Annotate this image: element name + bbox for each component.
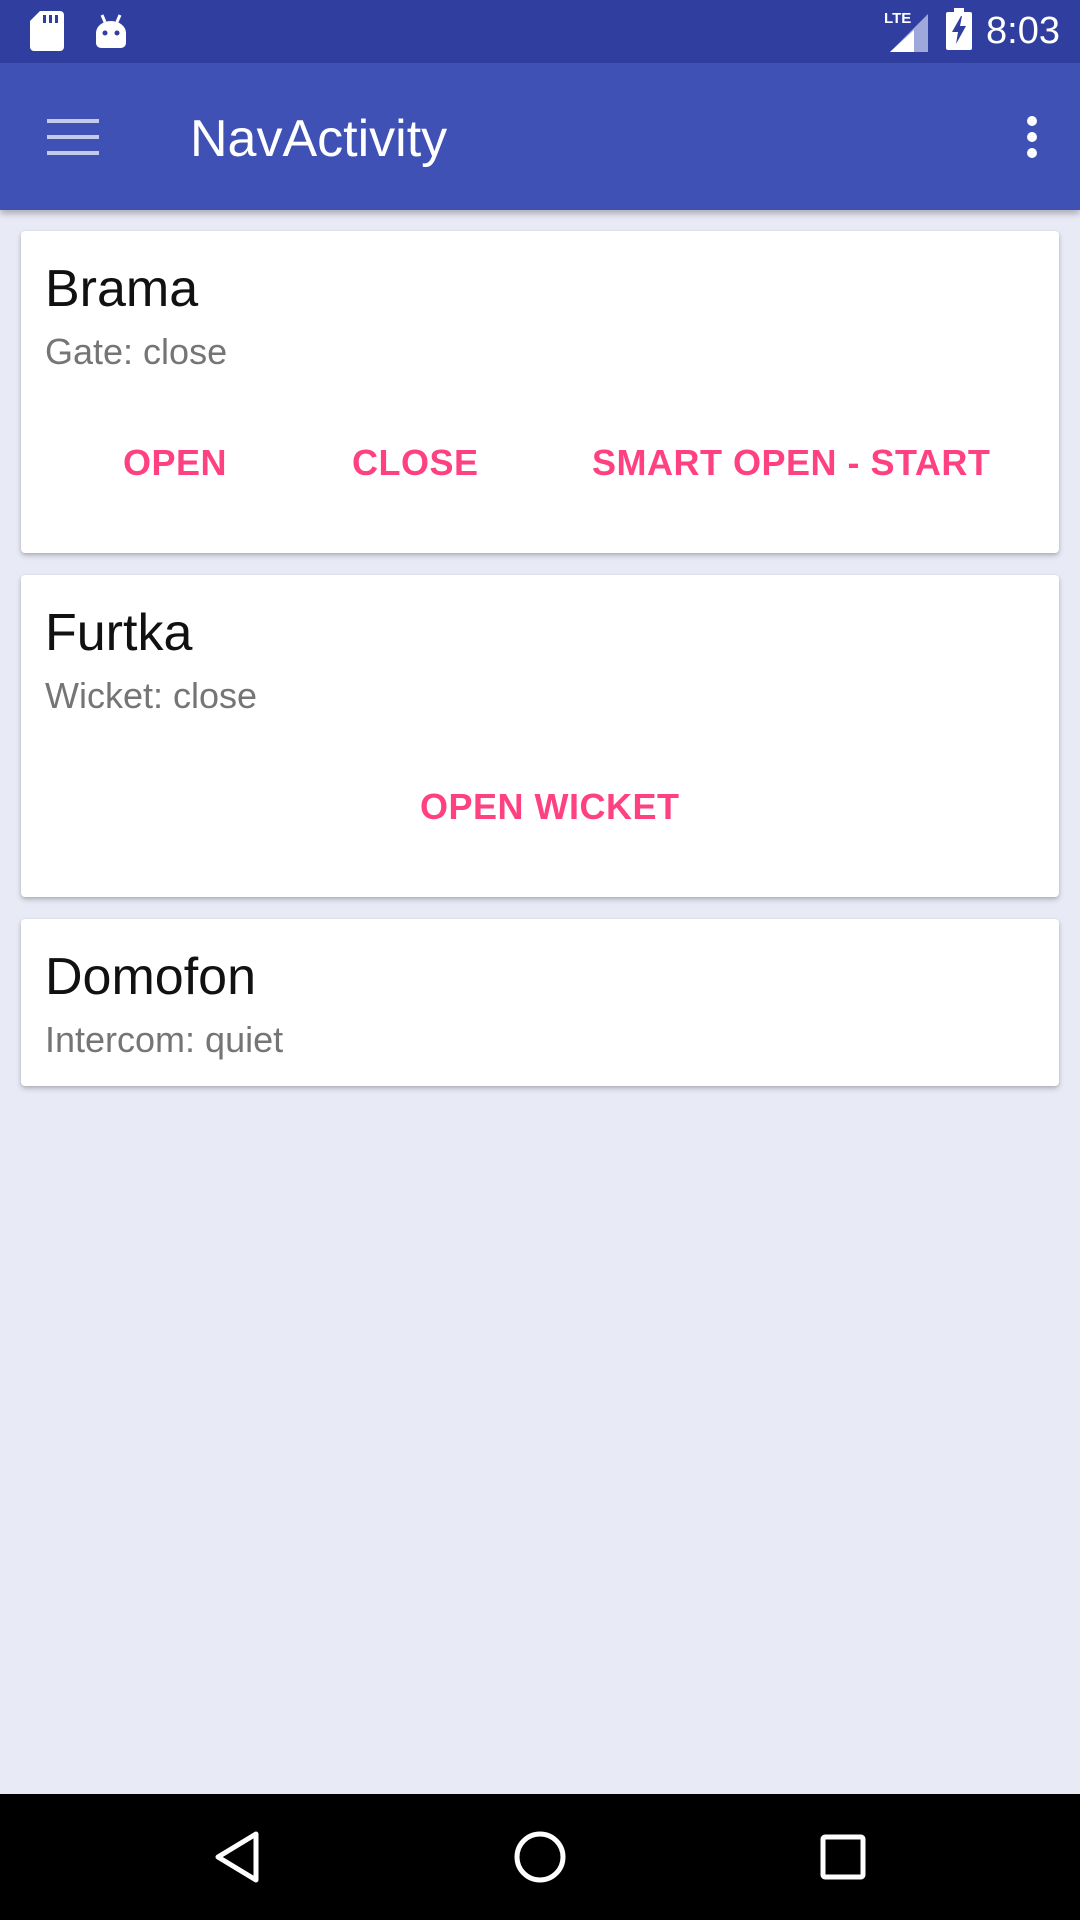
card-status: Wicket: close (45, 675, 258, 716)
close-gate-button[interactable]: CLOSE (352, 431, 479, 495)
card-actions: OPEN WICKET (21, 775, 1059, 839)
open-gate-button[interactable]: OPEN (123, 431, 227, 495)
device-card-furtka: Furtka Wicket: close OPEN WICKET (21, 575, 1059, 897)
back-icon[interactable] (197, 1817, 277, 1897)
battery-charging-icon (946, 8, 973, 55)
device-card-domofon: Domofon Intercom: quiet (21, 919, 1059, 1086)
hamburger-menu-icon[interactable] (30, 101, 116, 173)
card-actions: OPEN CLOSE SMART OPEN - START (21, 431, 1059, 495)
status-bar: LTE 8:03 (0, 0, 1080, 63)
sd-card-icon (30, 11, 64, 56)
page-title: NavActivity (190, 110, 448, 168)
card-title: Domofon (45, 948, 256, 1006)
signal-icon: LTE (884, 10, 932, 54)
open-wicket-button[interactable]: OPEN WICKET (420, 775, 680, 839)
clock: 8:03 (986, 10, 1060, 52)
smart-open-start-button[interactable]: SMART OPEN - START (592, 431, 990, 495)
card-status: Gate: close (45, 331, 228, 372)
card-status: Intercom: quiet (45, 1019, 284, 1060)
recents-icon[interactable] (803, 1817, 883, 1897)
card-title: Furtka (45, 604, 193, 662)
device-card-brama: Brama Gate: close OPEN CLOSE SMART OPEN … (21, 231, 1059, 553)
android-icon (94, 13, 128, 54)
home-icon[interactable] (500, 1817, 580, 1897)
more-vertical-icon[interactable] (1002, 101, 1062, 173)
system-nav-bar (0, 1794, 1080, 1920)
app-bar: NavActivity (0, 63, 1080, 210)
card-title: Brama (45, 260, 199, 318)
